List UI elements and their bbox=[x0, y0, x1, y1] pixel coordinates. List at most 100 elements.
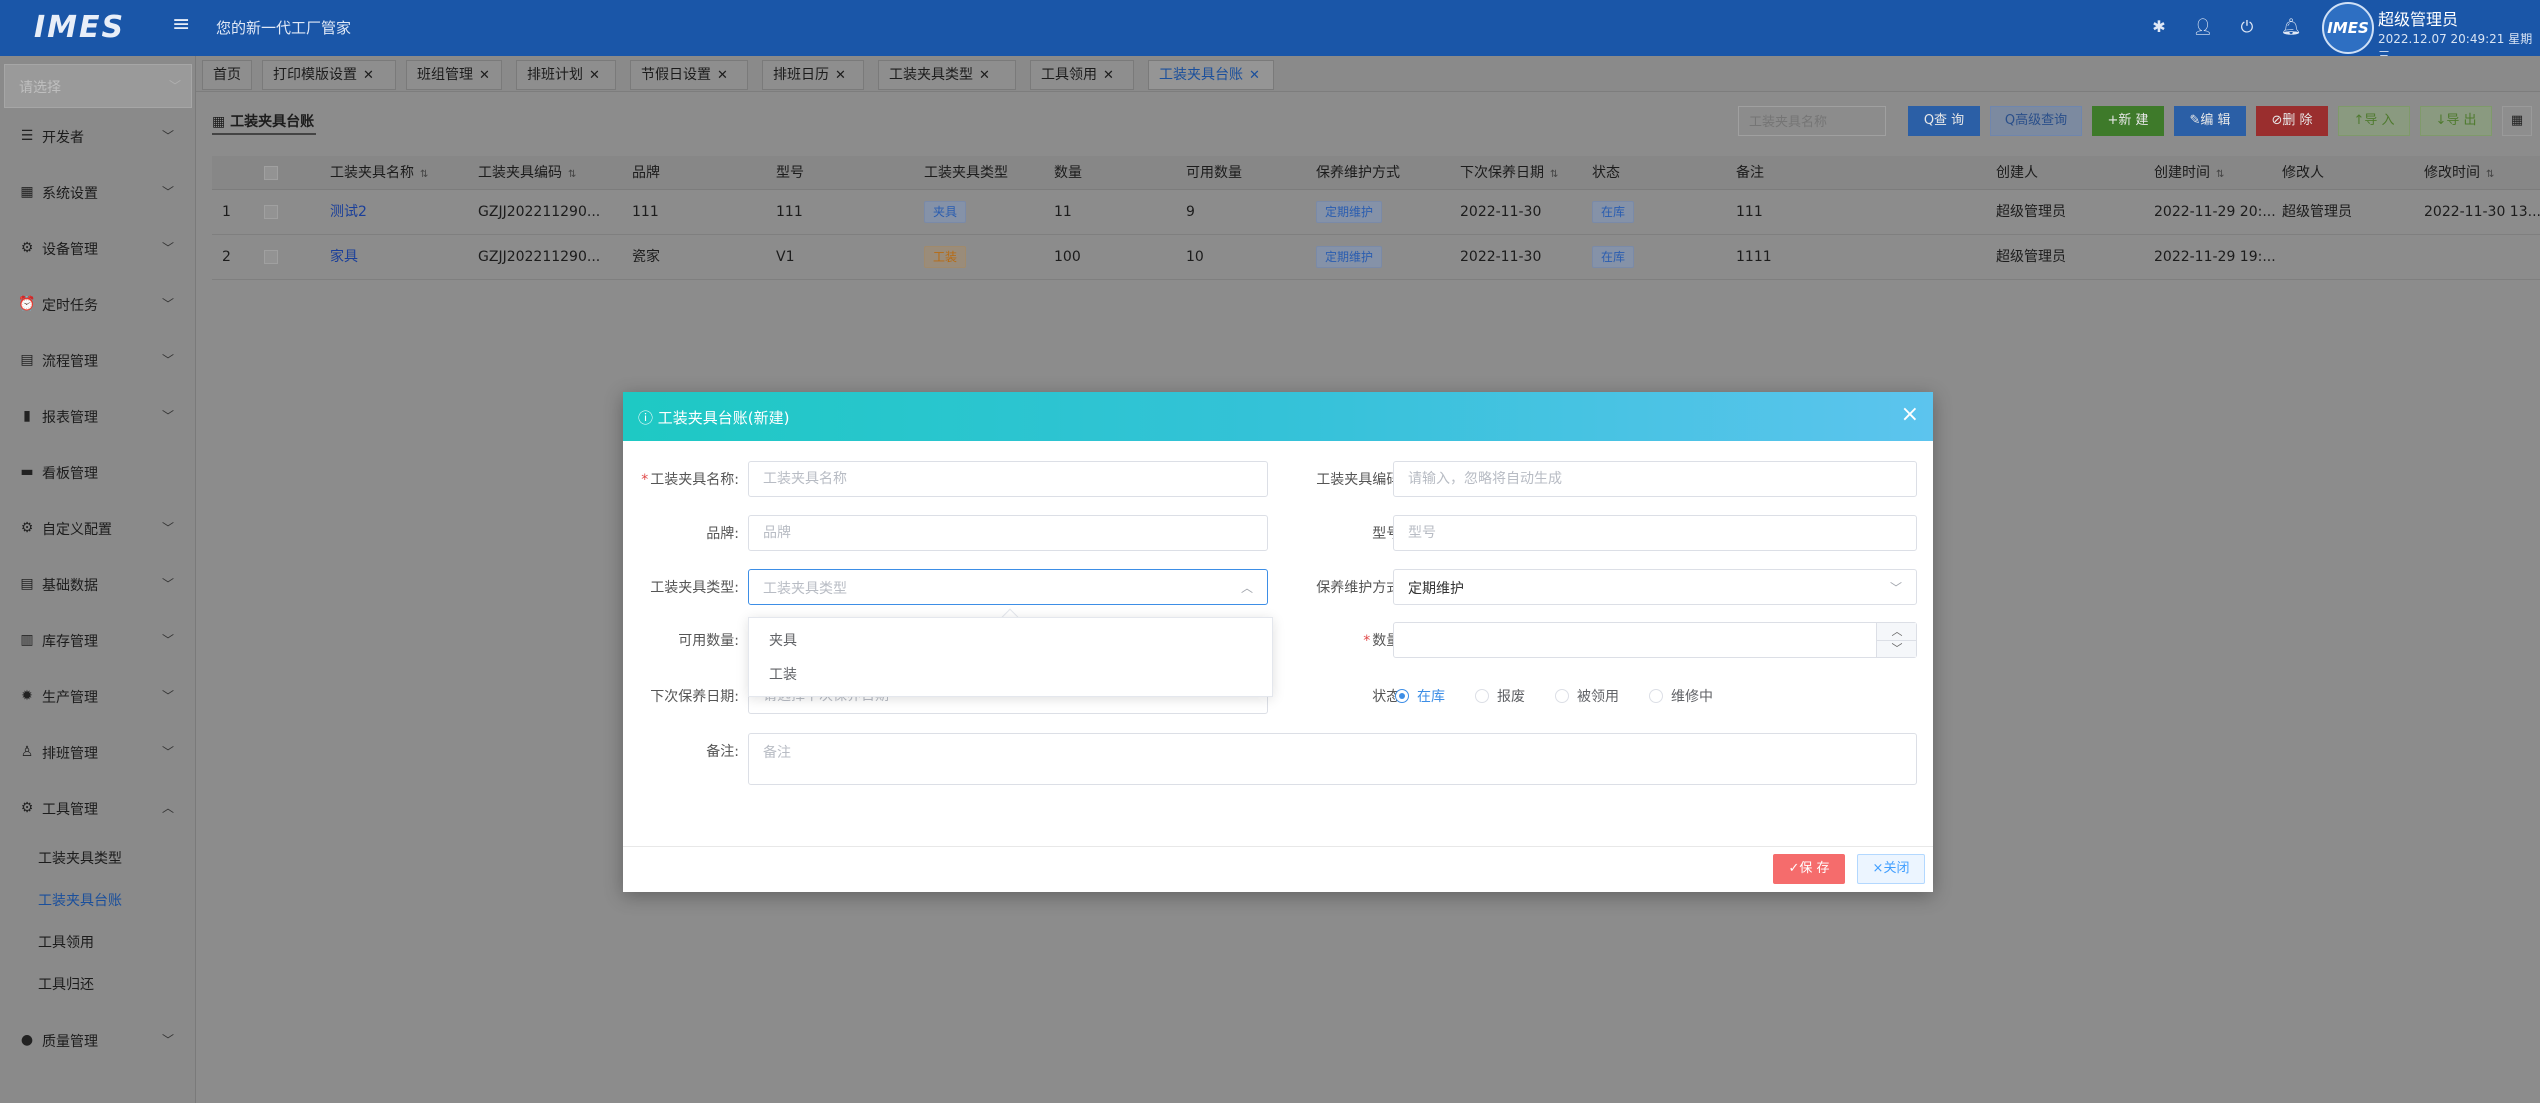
close-button[interactable]: ×关闭 bbox=[1857, 854, 1925, 884]
column-header[interactable]: 型号 bbox=[776, 156, 916, 189]
tab-8[interactable]: 工装夹具台账 ✕ bbox=[1148, 60, 1274, 90]
checkbox[interactable] bbox=[264, 166, 278, 180]
decrease-icon[interactable]: ﹀ bbox=[1877, 640, 1917, 658]
status-radio-scrapped[interactable]: 报废 bbox=[1475, 686, 1525, 706]
sidebar-subitem-3[interactable]: 工具归还 bbox=[38, 974, 94, 994]
name-link[interactable]: 测试2 bbox=[330, 204, 367, 220]
table-row[interactable]: 1 测试2 GZJJ202211290... 111 111 夹具 11 9 定期维护 2022-… bbox=[212, 190, 2540, 235]
status-radio-in-stock[interactable]: 在库 bbox=[1395, 686, 1445, 706]
new-button[interactable]: +新 建 bbox=[2092, 106, 2164, 136]
app-logo[interactable]: IMES bbox=[34, 10, 125, 45]
column-header[interactable]: 可用数量 bbox=[1186, 156, 1316, 189]
row-checkbox[interactable] bbox=[264, 235, 278, 279]
tab-0[interactable]: 首页 bbox=[202, 60, 252, 90]
status-radio-repairing[interactable]: 维修中 bbox=[1649, 686, 1713, 706]
save-button[interactable]: ✓保 存 bbox=[1773, 854, 1845, 884]
column-header[interactable]: 品牌 bbox=[632, 156, 772, 189]
column-header[interactable]: 备注 bbox=[1736, 156, 1986, 189]
tab-5[interactable]: 排班日历 ✕ bbox=[762, 60, 864, 90]
avatar[interactable]: IMES bbox=[2322, 2, 2374, 54]
column-header[interactable]: 工装夹具名称 ⇅ bbox=[330, 156, 470, 189]
column-header[interactable]: 下次保养日期 ⇅ bbox=[1460, 156, 1590, 189]
select-all-checkbox[interactable] bbox=[264, 156, 278, 189]
column-header[interactable]: 修改人 bbox=[2282, 156, 2432, 189]
checkbox[interactable] bbox=[264, 205, 278, 219]
checkbox[interactable] bbox=[264, 250, 278, 264]
delete-button[interactable]: ⊘删 除 bbox=[2256, 106, 2328, 136]
close-icon[interactable]: × bbox=[1901, 404, 1919, 426]
sidebar-item-10[interactable]: ✹ 生产管理 ﹀ bbox=[0, 676, 196, 716]
column-header[interactable]: 创建人 bbox=[1996, 156, 2154, 189]
close-icon[interactable]: ✕ bbox=[979, 68, 990, 83]
type-select[interactable]: 工装夹具类型 ︿ bbox=[748, 569, 1268, 605]
sidebar-item-6[interactable]: ▬ 看板管理 bbox=[0, 452, 196, 492]
query-button[interactable]: Q查 询 bbox=[1908, 106, 1980, 136]
tab-2[interactable]: 班组管理 ✕ bbox=[406, 60, 502, 90]
code-input[interactable] bbox=[1393, 461, 1917, 497]
settings-icon[interactable]: ✱ bbox=[2148, 16, 2170, 38]
tab-1[interactable]: 打印模版设置 ✕ bbox=[262, 60, 396, 90]
sort-icon[interactable]: ⇅ bbox=[1550, 169, 1558, 180]
sidebar-subitem-0[interactable]: 工装夹具类型 bbox=[38, 848, 122, 868]
tab-4[interactable]: 节假日设置 ✕ bbox=[630, 60, 748, 90]
menu-toggle-icon[interactable]: ≡ bbox=[172, 14, 194, 36]
remark-textarea[interactable] bbox=[748, 733, 1917, 785]
sidebar-item-1[interactable]: ▦ 系统设置 ﹀ bbox=[0, 172, 196, 212]
qty-stepper[interactable]: ︿ ﹀ bbox=[1393, 622, 1917, 658]
column-header[interactable]: 保养维护方式 bbox=[1316, 156, 1456, 189]
edit-button[interactable]: ✎编 辑 bbox=[2174, 106, 2246, 136]
column-header[interactable]: 数量 bbox=[1054, 156, 1184, 189]
column-header[interactable]: 状态 bbox=[1592, 156, 1732, 189]
close-icon[interactable]: ✕ bbox=[1103, 68, 1114, 83]
close-icon[interactable]: ✕ bbox=[479, 68, 490, 83]
search-input[interactable] bbox=[1738, 106, 1886, 136]
name-input[interactable] bbox=[748, 461, 1268, 497]
close-icon[interactable]: ✕ bbox=[717, 68, 728, 83]
sidebar-item-7[interactable]: ⚙ 自定义配置 ﹀ bbox=[0, 508, 196, 548]
dropdown-option-tooling[interactable]: 工装 bbox=[749, 658, 1272, 692]
sidebar-item-0[interactable]: ☰ 开发者 ﹀ bbox=[0, 116, 196, 156]
sidebar-item-12[interactable]: ⚙ 工具管理 ︿ bbox=[0, 788, 196, 828]
export-button[interactable]: ↓导 出 bbox=[2420, 106, 2492, 136]
dropdown-option-fixture[interactable]: 夹具 bbox=[749, 624, 1272, 658]
sidebar-item-4[interactable]: ▤ 流程管理 ﹀ bbox=[0, 340, 196, 380]
column-header[interactable]: 工装夹具编码 ⇅ bbox=[478, 156, 618, 189]
close-icon[interactable]: ✕ bbox=[835, 68, 846, 83]
increase-icon[interactable]: ︿ bbox=[1877, 623, 1917, 641]
import-button[interactable]: ↑导 入 bbox=[2338, 106, 2410, 136]
table-row[interactable]: 2 家具 GZJJ202211290... 瓷家 V1 工装 100 10 定期维护 2022-1… bbox=[212, 235, 2540, 280]
sidebar-item-2[interactable]: ⚙ 设备管理 ﹀ bbox=[0, 228, 196, 268]
sort-icon[interactable]: ⇅ bbox=[2216, 169, 2224, 180]
sidebar-item-5[interactable]: ▮ 报表管理 ﹀ bbox=[0, 396, 196, 436]
brand-input[interactable] bbox=[748, 515, 1268, 551]
row-checkbox[interactable] bbox=[264, 190, 278, 234]
column-header[interactable]: 创建时间 ⇅ bbox=[2154, 156, 2290, 189]
sort-icon[interactable]: ⇅ bbox=[420, 169, 428, 180]
sidebar-subitem-2[interactable]: 工具领用 bbox=[38, 932, 94, 952]
sort-icon[interactable]: ⇅ bbox=[2486, 169, 2494, 180]
user-icon[interactable]: 👤︎ bbox=[2192, 16, 2214, 38]
sidebar-item-8[interactable]: ▤ 基础数据 ﹀ bbox=[0, 564, 196, 604]
model-input[interactable] bbox=[1393, 515, 1917, 551]
tab-6[interactable]: 工装夹具类型 ✕ bbox=[878, 60, 1016, 90]
column-header[interactable]: 工装夹具类型 bbox=[924, 156, 1044, 189]
close-icon[interactable]: ✕ bbox=[363, 68, 374, 83]
sidebar-item-3[interactable]: ⏰ 定时任务 ﹀ bbox=[0, 284, 196, 324]
name-link[interactable]: 家具 bbox=[330, 249, 358, 265]
bell-icon[interactable]: 🔔︎ bbox=[2280, 16, 2302, 38]
sidebar-subitem-1[interactable]: 工装夹具台账 bbox=[38, 890, 122, 910]
maint-select[interactable]: 定期维护 ﹀ bbox=[1393, 569, 1917, 605]
column-settings-icon[interactable]: ▦ bbox=[2502, 106, 2532, 136]
sidebar-item-quality[interactable]: ● 质量管理 ﹀ bbox=[0, 1020, 196, 1060]
sidebar-item-9[interactable]: ▥ 库存管理 ﹀ bbox=[0, 620, 196, 660]
status-radio-borrowed[interactable]: 被领用 bbox=[1555, 686, 1619, 706]
advanced-query-button[interactable]: Q高级查询 bbox=[1990, 106, 2082, 136]
sort-icon[interactable]: ⇅ bbox=[568, 169, 576, 180]
close-icon[interactable]: ✕ bbox=[1249, 68, 1260, 83]
user-name[interactable]: 超级管理员 bbox=[2378, 6, 2458, 30]
sidebar-search-select[interactable]: 请选择 ﹀ bbox=[4, 64, 192, 108]
tab-3[interactable]: 排班计划 ✕ bbox=[516, 60, 616, 90]
sidebar-item-11[interactable]: ♙ 排班管理 ﹀ bbox=[0, 732, 196, 772]
tab-7[interactable]: 工具领用 ✕ bbox=[1030, 60, 1134, 90]
power-icon[interactable]: ⏻ bbox=[2236, 16, 2258, 38]
